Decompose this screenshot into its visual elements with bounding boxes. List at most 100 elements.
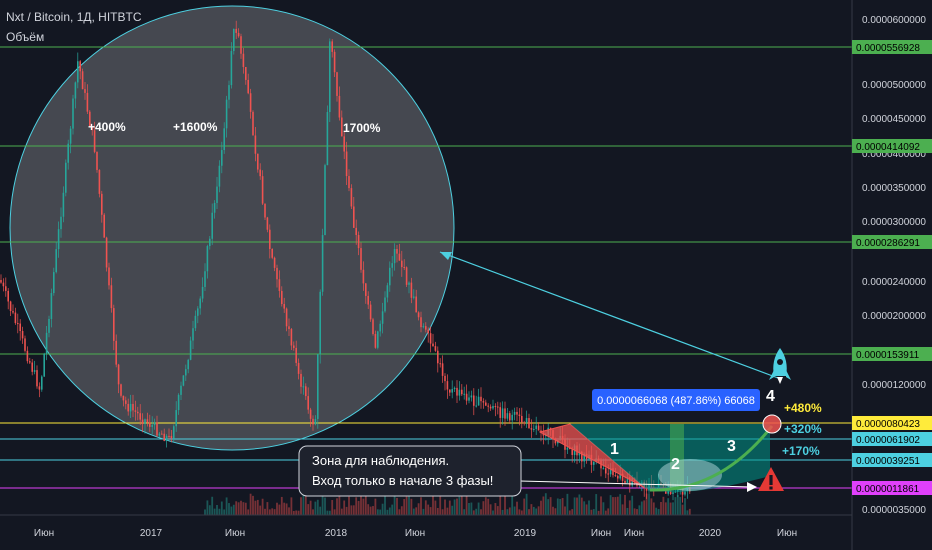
candle-body: [374, 333, 377, 348]
volume-bar: [554, 508, 557, 515]
volume-bar: [446, 507, 449, 515]
candle-body: [189, 340, 192, 360]
volume-bar: [549, 497, 552, 515]
volume-bar: [415, 507, 418, 515]
candle-body: [513, 411, 516, 415]
candle-body: [511, 414, 513, 421]
candle-body: [192, 328, 194, 341]
candle-body: [230, 51, 233, 86]
candle-body: [365, 283, 367, 296]
candle-body: [516, 411, 518, 415]
volume-bar: [340, 508, 343, 515]
volume-bar: [422, 508, 425, 515]
volume-bar: [309, 500, 312, 515]
price-level-label: 0.0000080423: [856, 419, 920, 430]
volume-bar: [228, 503, 230, 515]
candle-body: [122, 395, 125, 401]
price-tick-label: 0.0000500000: [862, 80, 926, 91]
candle-body: [353, 206, 355, 228]
volume-bar: [640, 501, 643, 515]
candle-body: [305, 386, 307, 397]
volume-bar: [319, 506, 322, 515]
candle-body: [206, 246, 209, 272]
volume-bar: [612, 497, 614, 515]
volume-bar: [396, 497, 398, 515]
volume-bar: [580, 497, 583, 515]
volume-bar: [475, 508, 478, 515]
candle-body: [396, 248, 398, 254]
candle-body: [369, 304, 372, 320]
volume-bar: [566, 493, 569, 515]
candle-body: [465, 393, 468, 401]
candle-body: [53, 272, 55, 294]
volume-bar: [247, 509, 250, 515]
candle-body: [525, 418, 528, 423]
volume-bar: [655, 507, 658, 515]
candle-body: [607, 473, 609, 475]
volume-bar: [525, 493, 528, 515]
volume-bar: [328, 510, 331, 515]
candle-body: [180, 385, 182, 395]
volume-bar: [403, 499, 406, 515]
candle-body: [50, 293, 53, 319]
candle-body: [72, 98, 74, 129]
candle-body: [257, 153, 259, 170]
candle-body: [506, 413, 509, 419]
volume-bar: [648, 493, 650, 515]
candle-body: [173, 426, 175, 439]
volume-bar: [213, 508, 216, 515]
volume-bar: [468, 502, 470, 515]
candle-body: [201, 286, 204, 299]
volume-bar: [230, 506, 233, 515]
volume-bar: [513, 506, 516, 515]
price-chart[interactable]: 0.0000066068 (487.86%) 66068 Зона для на…: [0, 0, 932, 550]
candle-body: [120, 384, 122, 396]
candle-body: [228, 85, 230, 100]
target-320-label: +320%: [784, 422, 822, 436]
volume-bar: [686, 510, 689, 515]
volume-bar: [295, 510, 298, 515]
candle-body: [158, 433, 161, 436]
candle-body: [398, 253, 401, 261]
candle-body: [413, 296, 415, 298]
candle-body: [98, 169, 101, 194]
price-tick-label: 0.0000120000: [862, 380, 926, 391]
target-circle: [762, 414, 782, 434]
candle-body: [146, 419, 149, 423]
candle-body: [571, 449, 573, 455]
volume-bar: [316, 499, 319, 515]
volume-bar: [350, 505, 353, 515]
volume-bar: [504, 494, 506, 515]
volume-bar: [684, 498, 686, 515]
volume-bar: [628, 500, 631, 515]
candle-body: [463, 393, 465, 395]
volume-bar: [252, 495, 254, 515]
candle-body: [105, 237, 108, 268]
gain-1600-label: +1600%: [173, 120, 218, 134]
price-tick-label: 0.0000600000: [862, 15, 926, 26]
price-tick-label: 0.0000300000: [862, 217, 926, 228]
candle-body: [336, 72, 338, 96]
candle-body: [175, 410, 177, 427]
candle-body: [449, 389, 451, 393]
symbol-title[interactable]: Nxt / Bitcoin, 1Д, HITBTC: [6, 10, 142, 24]
volume-bar: [528, 509, 530, 515]
volume-bar: [223, 509, 226, 515]
volume-indicator-label[interactable]: Объём: [6, 30, 44, 44]
volume-bar: [573, 497, 576, 515]
candle-body: [197, 308, 199, 316]
candle-body: [211, 212, 213, 239]
candle-body: [225, 99, 228, 129]
volume-bar: [518, 509, 521, 515]
volume-bar: [204, 509, 206, 515]
candle-body: [271, 248, 273, 258]
volume-bar: [410, 498, 413, 515]
volume-bar: [273, 509, 276, 515]
candle-body: [408, 282, 410, 285]
candle-body: [199, 298, 201, 309]
volume-bar: [235, 501, 238, 515]
candle-body: [417, 312, 420, 318]
candle-body: [170, 435, 173, 439]
volume-bar: [619, 494, 622, 515]
volume-bar: [607, 508, 610, 515]
